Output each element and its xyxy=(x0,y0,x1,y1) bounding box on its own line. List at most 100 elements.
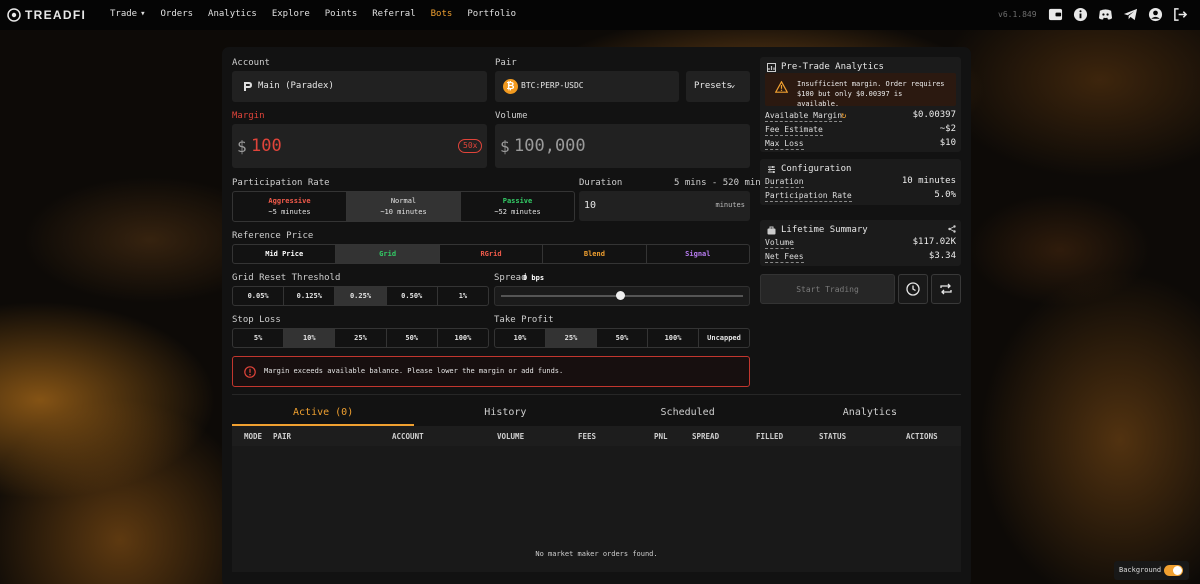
participation-selector: Aggressive ~5 minutes Normal ~10 minutes P… xyxy=(232,191,575,222)
reference-price-selector: Mid Price Grid RGrid Blend Signal xyxy=(232,244,750,264)
info-icon[interactable] xyxy=(1073,7,1088,22)
option-detail: ~52 minutes xyxy=(494,208,541,216)
configuration-card: Configuration Duration 10 minutes Partici… xyxy=(760,159,961,205)
col-volume: VOLUME xyxy=(497,432,525,441)
leverage-badge[interactable]: 50x xyxy=(458,139,483,153)
take-profit-option[interactable]: Uncapped xyxy=(699,329,749,347)
spread-label: Spread xyxy=(494,273,527,283)
account-select[interactable]: Main (Paradex) xyxy=(232,71,487,102)
participation-label: Participation Rate xyxy=(232,178,330,188)
grid-reset-option[interactable]: 0.125% xyxy=(284,287,336,305)
grid-reset-option[interactable]: 1% xyxy=(438,287,488,305)
tab-scheduled[interactable]: Scheduled xyxy=(597,404,779,426)
wallet-icon[interactable] xyxy=(1048,7,1063,22)
margin-warning: Insufficient margin. Order requires $100… xyxy=(765,73,956,108)
duration-range: 5 mins - 520 mins xyxy=(674,178,767,188)
telegram-icon[interactable] xyxy=(1123,7,1138,22)
stop-loss-option[interactable]: 50% xyxy=(387,329,438,347)
col-status: STATUS xyxy=(819,432,847,441)
grid-reset-option[interactable]: 0.25% xyxy=(335,287,387,305)
tab-active[interactable]: Active (0) xyxy=(232,404,415,426)
margin-input[interactable]: $ 100 50x xyxy=(232,124,487,168)
take-profit-option[interactable]: 100% xyxy=(648,329,699,347)
grid-reset-option[interactable]: 0.05% xyxy=(233,287,285,305)
row-value: $0.00397 xyxy=(912,110,956,120)
stop-loss-option[interactable]: 10% xyxy=(284,329,336,347)
schedule-button[interactable] xyxy=(898,274,928,304)
start-trading-button[interactable]: Start Trading xyxy=(760,274,895,304)
stop-loss-selector: 5% 10% 25% 50% 100% xyxy=(232,328,489,348)
lifetime-fees-row: Net Fees $3.34 xyxy=(765,251,956,264)
nav-referral[interactable]: Referral xyxy=(372,9,415,19)
pair-select[interactable]: ₿ BTC:PERP-USDC xyxy=(495,71,679,102)
duration-unit: minutes xyxy=(715,201,745,209)
pair-label: Pair xyxy=(495,58,517,68)
take-profit-option[interactable]: 25% xyxy=(546,329,597,347)
participation-option-aggressive[interactable]: Aggressive ~5 minutes xyxy=(233,192,347,221)
toggle-switch[interactable] xyxy=(1164,565,1183,576)
reference-option-mid-price[interactable]: Mid Price xyxy=(233,245,337,263)
col-mode: MODE xyxy=(244,432,263,441)
nav-explore[interactable]: Explore xyxy=(272,9,310,19)
lifetime-title: Lifetime Summary xyxy=(781,225,868,235)
nav-trade[interactable]: Trade xyxy=(110,9,137,19)
presets-dropdown[interactable]: Presets ⌄ xyxy=(686,71,750,102)
orders-table-body: No market maker orders found. xyxy=(232,446,961,572)
col-actions: ACTIONS xyxy=(906,432,938,441)
tab-analytics[interactable]: Analytics xyxy=(779,404,961,426)
col-spread: SPREAD xyxy=(692,432,720,441)
account-value: Main (Paradex) xyxy=(258,81,334,91)
briefcase-icon xyxy=(767,226,776,234)
share-icon[interactable] xyxy=(948,225,956,233)
paradex-icon xyxy=(244,82,252,91)
reference-price-label: Reference Price xyxy=(232,231,314,241)
nav-bots[interactable]: Bots xyxy=(431,9,453,19)
chart-icon xyxy=(767,62,776,72)
order-panel: Account Main (Paradex) Pair ₿ BTC:PERP-U… xyxy=(222,47,971,584)
stop-loss-option[interactable]: 100% xyxy=(438,329,488,347)
lifetime-summary-card: Lifetime Summary Volume $117.02K Net Fees… xyxy=(760,220,961,266)
stop-loss-option[interactable]: 25% xyxy=(335,329,387,347)
repeat-button[interactable] xyxy=(931,274,961,304)
sliders-icon xyxy=(768,165,775,173)
nav-analytics[interactable]: Analytics xyxy=(208,9,257,19)
option-detail: ~5 minutes xyxy=(268,208,311,216)
logo[interactable]: TREADFI xyxy=(7,8,86,22)
config-participation-row: Participation Rate 5.0% xyxy=(765,190,956,203)
nav-orders[interactable]: Orders xyxy=(161,9,194,19)
row-value: 5.0% xyxy=(934,190,956,200)
take-profit-option[interactable]: 50% xyxy=(597,329,648,347)
row-value: $117.02K xyxy=(912,237,956,247)
grid-reset-selector: 0.05% 0.125% 0.25% 0.50% 1% xyxy=(232,286,489,306)
tab-history[interactable]: History xyxy=(414,404,596,426)
background-toggle: Background xyxy=(1114,561,1189,580)
refresh-icon[interactable]: ↻ xyxy=(841,111,846,121)
spread-slider[interactable] xyxy=(494,286,750,306)
version-label: v6.1.849 xyxy=(998,10,1037,19)
participation-option-passive[interactable]: Passive ~52 minutes xyxy=(461,192,574,221)
grid-reset-option[interactable]: 0.50% xyxy=(387,287,438,305)
duration-input[interactable]: 10 minutes xyxy=(579,191,750,221)
nav-points[interactable]: Points xyxy=(325,9,358,19)
reference-option-grid[interactable]: Grid xyxy=(336,245,440,263)
stop-loss-label: Stop Loss xyxy=(232,315,281,325)
slider-thumb[interactable] xyxy=(616,291,626,300)
stop-loss-option[interactable]: 5% xyxy=(233,329,285,347)
take-profit-option[interactable]: 10% xyxy=(495,329,546,347)
participation-option-normal[interactable]: Normal ~10 minutes xyxy=(347,192,461,221)
reference-option-blend[interactable]: Blend xyxy=(543,245,647,263)
background-toggle-label: Background xyxy=(1119,566,1162,574)
reference-option-rgrid[interactable]: RGrid xyxy=(440,245,544,263)
logo-icon xyxy=(7,8,21,22)
reference-option-signal[interactable]: Signal xyxy=(647,245,749,263)
chevron-down-icon[interactable]: ▾ xyxy=(140,9,145,19)
volume-input[interactable]: $ 100,000 xyxy=(495,124,750,168)
account-icon[interactable] xyxy=(1148,7,1163,22)
available-margin-row: Available Margin ↻ $0.00397 xyxy=(765,110,956,123)
row-key: Max Loss xyxy=(765,139,804,150)
col-account: ACCOUNT xyxy=(392,432,424,441)
logout-icon[interactable] xyxy=(1173,7,1188,22)
nav-portfolio[interactable]: Portfolio xyxy=(467,9,516,19)
discord-icon[interactable] xyxy=(1098,7,1113,22)
row-value: 10 minutes xyxy=(901,176,956,186)
